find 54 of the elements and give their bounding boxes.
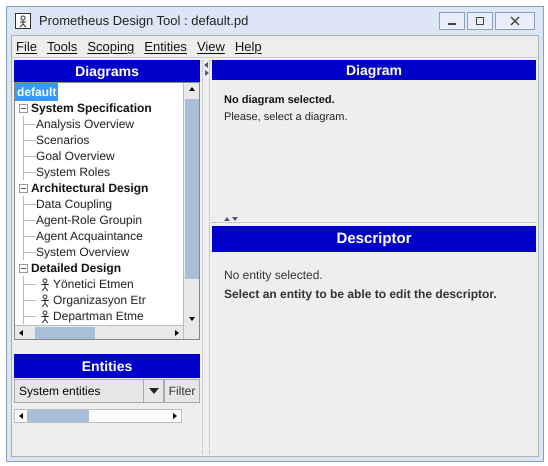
tree-item[interactable]: Goal Overview [36, 147, 115, 165]
close-icon [510, 16, 520, 26]
collapse-icon[interactable] [19, 184, 28, 192]
collapse-icon[interactable] [19, 104, 28, 112]
tree-item[interactable]: Agent Acquaintance [36, 227, 143, 245]
tree-item[interactable]: Organizasyon Etr [53, 291, 146, 309]
menu-item[interactable]: View [196, 36, 225, 56]
menu-item[interactable]: Tools [46, 36, 78, 56]
tree-item[interactable]: Analysis Overview [36, 115, 134, 133]
entity-dropdown[interactable]: System entities [14, 379, 164, 403]
tree-item[interactable]: Yönetici Etmen [53, 275, 134, 293]
status-message: No diagram selected. [224, 93, 336, 108]
menu-item[interactable]: File [16, 36, 37, 56]
caret-icon [148, 388, 158, 394]
panel-header: Diagram [212, 60, 536, 80]
scrollbar-thumb[interactable] [184, 99, 198, 279]
maximize-button[interactable] [467, 12, 493, 30]
maximize-icon [475, 16, 485, 26]
close-button[interactable] [495, 12, 535, 30]
horizontal-scrollbar[interactable] [15, 325, 183, 339]
tree-item[interactable]: System Overview [36, 243, 130, 261]
scrollbar-thumb[interactable] [27, 410, 89, 422]
person-icon [40, 278, 50, 290]
filter-button[interactable]: Filter [164, 379, 200, 403]
person-icon [40, 310, 50, 322]
tree-item[interactable]: System Roles [36, 163, 110, 181]
descriptor-text: No entity selected. [224, 267, 324, 284]
tree-item[interactable]: System Specification [31, 99, 152, 117]
tree-item[interactable]: Scenarios [36, 131, 90, 149]
collapse-icon[interactable] [19, 264, 28, 272]
descriptor-text: Select an entity to be able to edit the descriptor. [224, 286, 498, 303]
panel-header: Entities [14, 354, 200, 378]
splitter-arrows-icon[interactable] [204, 62, 208, 76]
tree-item[interactable]: Agent-Role Groupin [36, 211, 142, 229]
minimize-button[interactable] [439, 12, 465, 30]
menu-item[interactable]: Scoping [87, 36, 134, 56]
minimize-icon [448, 23, 456, 25]
menu-item[interactable]: Entities [144, 36, 187, 56]
window-title: Prometheus Design Tool : default.pd [39, 12, 248, 30]
instruction-text: Please, select a diagram. [224, 110, 349, 124]
menu-item[interactable]: Help [234, 36, 262, 56]
tree-item[interactable]: Detailed Design [31, 259, 122, 277]
panel-header: Diagrams [14, 60, 200, 82]
tree-item[interactable]: Data Coupling [36, 195, 112, 213]
horizontal-scrollbar[interactable] [14, 409, 182, 423]
dropdown-value: System entities [18, 383, 102, 400]
tree-item[interactable]: Departman Etme [53, 307, 144, 325]
panel-header: Descriptor [212, 226, 536, 252]
person-icon [40, 294, 50, 306]
scrollbar-thumb[interactable] [35, 326, 95, 338]
tree-item[interactable]: Architectural Design [31, 179, 148, 197]
vertical-scrollbar[interactable] [183, 83, 199, 339]
splitter-arrows-icon[interactable] [224, 217, 238, 222]
app-icon [15, 13, 31, 29]
